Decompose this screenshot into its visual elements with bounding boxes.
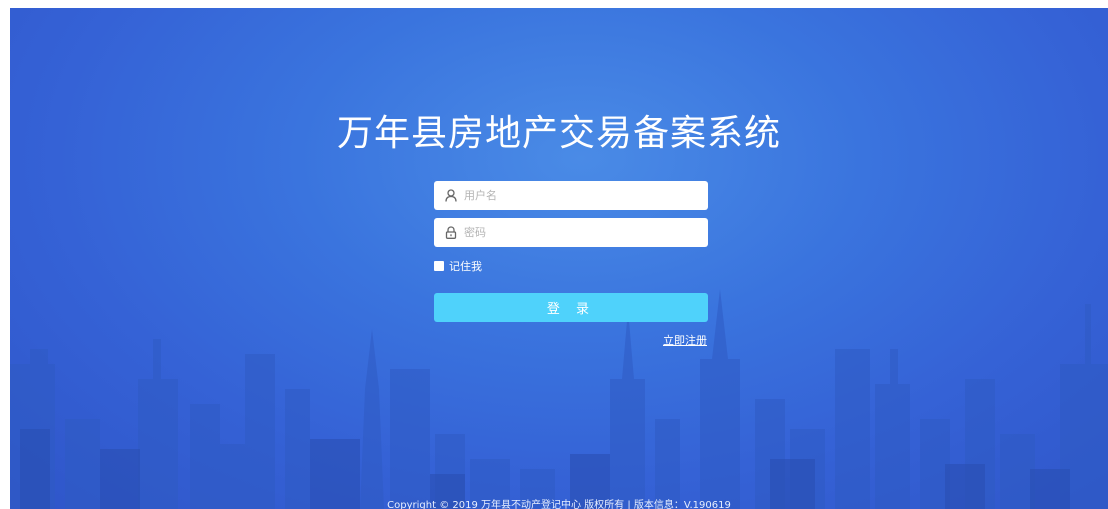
copyright-footer: Copyright © 2019 万年县不动产登记中心 版权所有 | 版本信息：… [387, 500, 731, 509]
password-field[interactable] [434, 218, 708, 247]
user-icon [444, 189, 458, 203]
username-input[interactable] [464, 189, 694, 202]
page-title: 万年县房地产交易备案系统 [336, 113, 781, 154]
lock-icon [444, 226, 458, 240]
remember-me[interactable]: 记住我 [434, 258, 482, 274]
remember-checkbox[interactable] [434, 261, 444, 271]
remember-label: 记住我 [449, 260, 482, 273]
register-link[interactable]: 立即注册 [663, 332, 707, 348]
password-input[interactable] [464, 226, 694, 239]
login-page: 万年县房地产交易备案系统 记住我 登 录 立即注册 Copyright © 20… [10, 8, 1108, 509]
username-field[interactable] [434, 181, 708, 210]
login-button[interactable]: 登 录 [434, 293, 708, 322]
